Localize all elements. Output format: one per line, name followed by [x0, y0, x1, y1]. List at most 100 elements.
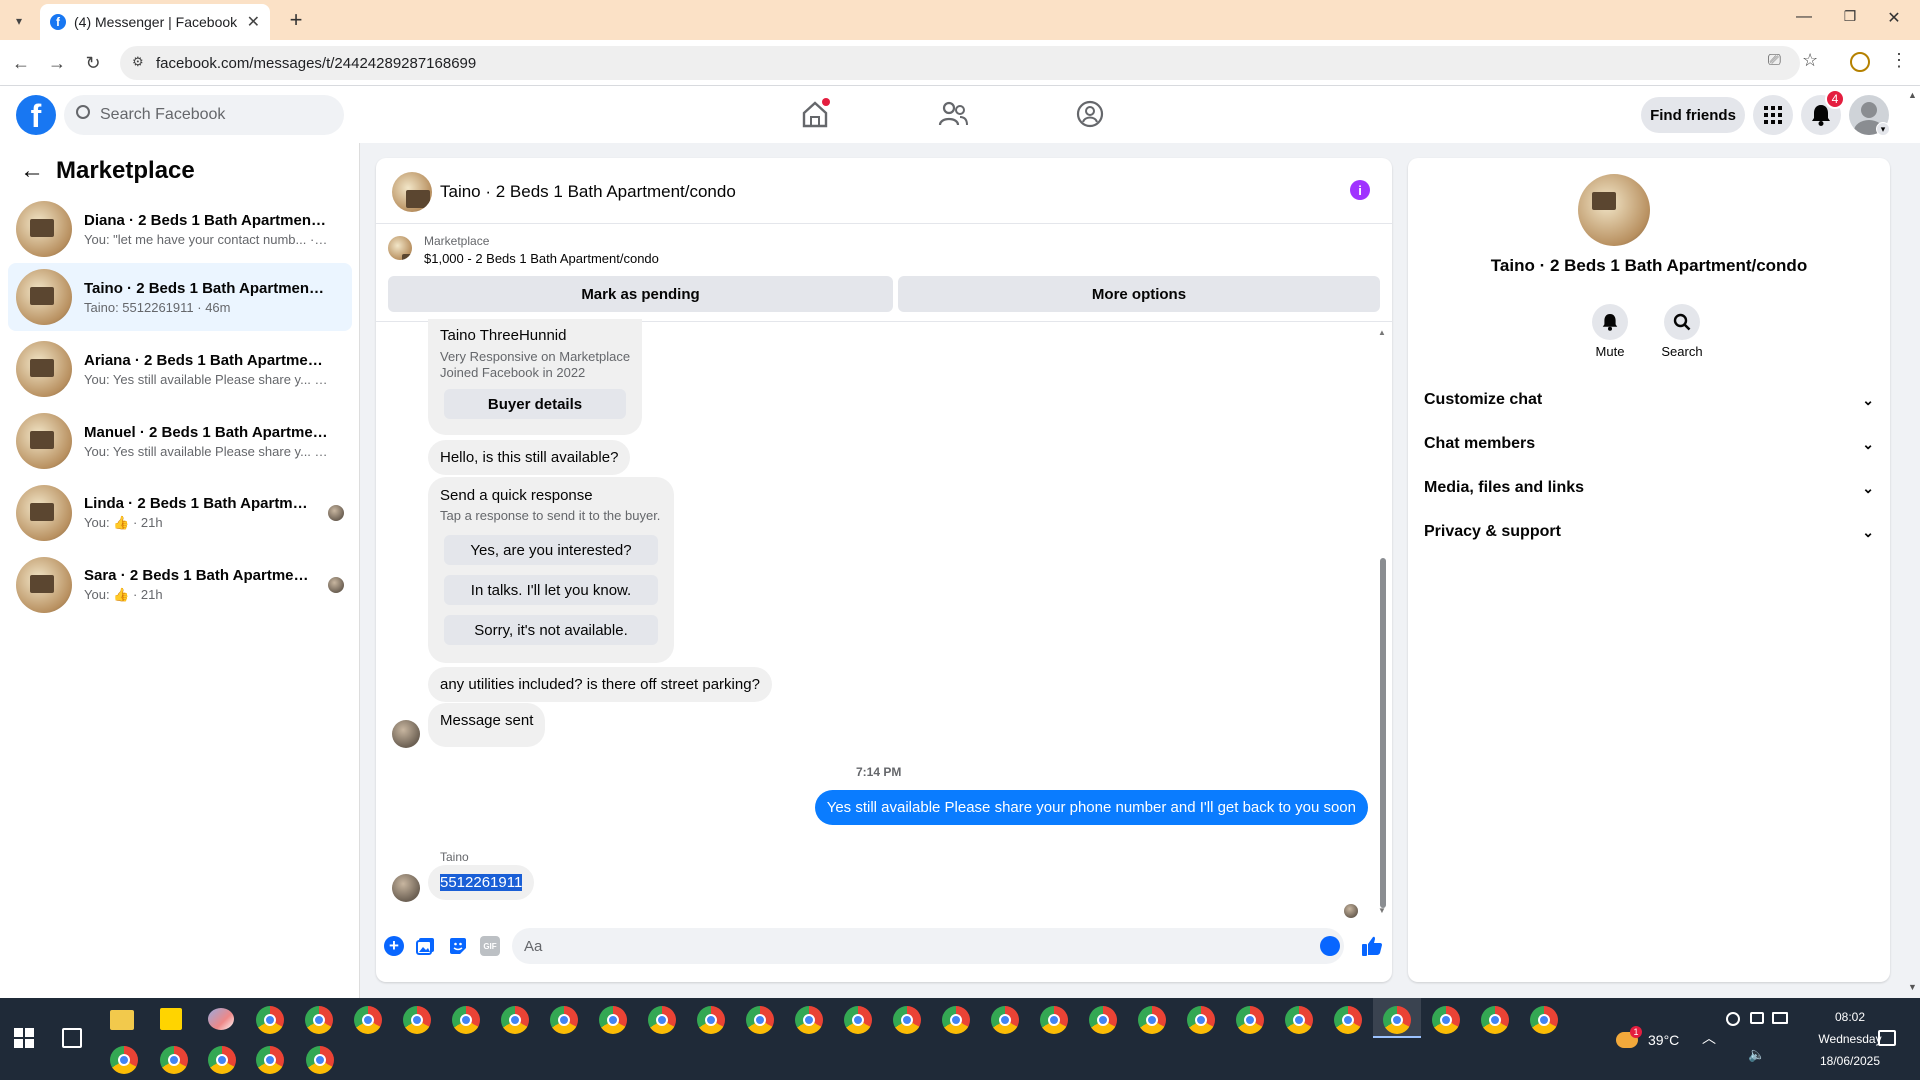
find-friends-button[interactable]: Find friends [1641, 97, 1745, 133]
facebook-search-input[interactable]: Search Facebook [64, 95, 344, 135]
windows-start-icon[interactable] [14, 1028, 34, 1048]
bookmark-star-icon[interactable]: ☆ [1802, 50, 1818, 71]
close-window-icon[interactable]: ✕ [1882, 8, 1906, 32]
clock-time[interactable]: 08:02 [1800, 1010, 1900, 1024]
back-arrow-icon[interactable]: ← [8, 50, 34, 76]
chrome-window-icon[interactable] [1334, 1006, 1362, 1034]
plus-circle-icon[interactable]: + [384, 936, 404, 956]
tray-record-icon[interactable] [1726, 1012, 1740, 1026]
emoji-icon[interactable] [1320, 936, 1340, 956]
chrome-window-icon[interactable] [354, 1006, 382, 1034]
chrome-window-icon[interactable] [795, 1006, 823, 1034]
chrome-window-icon[interactable] [1040, 1006, 1068, 1034]
account-chevron-icon[interactable]: ▾ [1876, 122, 1890, 136]
chrome-window-icon[interactable] [599, 1006, 627, 1034]
listing-small-thumbnail[interactable] [388, 236, 412, 260]
reload-icon[interactable]: ↻ [80, 50, 106, 76]
page-scroll-down-arrow[interactable]: ▼ [1908, 982, 1917, 992]
page-scrollbar[interactable]: ▲ ▼ [1906, 90, 1920, 995]
groups-icon[interactable] [1076, 100, 1104, 128]
chrome-window-icon[interactable] [110, 1046, 138, 1074]
paint-app-icon[interactable] [208, 1008, 234, 1030]
scroll-up-arrow[interactable]: ▲ [1378, 328, 1386, 337]
chat-members-section[interactable]: Chat members ⌄ [1424, 426, 1874, 462]
mute-label[interactable]: Mute [1580, 344, 1640, 359]
notification-center-icon[interactable] [1878, 1030, 1896, 1046]
chrome-window-icon[interactable] [160, 1046, 188, 1074]
chrome-window-icon[interactable] [648, 1006, 676, 1034]
home-icon[interactable] [800, 98, 830, 128]
conversation-item-manuel[interactable]: Manuel · 2 Beds 1 Bath Apartment... You: … [8, 407, 352, 475]
gif-icon[interactable]: GIF [480, 936, 500, 956]
message-still-available[interactable]: Hello, is this still available? [428, 440, 631, 475]
tray-meet-icon[interactable] [1750, 1012, 1764, 1024]
conversation-item-sara[interactable]: Sara · 2 Beds 1 Bath Apartment/... You: 👍… [8, 551, 352, 619]
restore-window-icon[interactable]: ❐ [1838, 8, 1862, 32]
buyer-avatar[interactable] [392, 874, 420, 902]
chrome-window-icon[interactable] [697, 1006, 725, 1034]
chrome-window-icon[interactable] [942, 1006, 970, 1034]
back-arrow-icon[interactable]: ← [20, 157, 44, 185]
chat-title[interactable]: Taino · 2 Beds 1 Bath Apartment/condo [440, 182, 736, 202]
conversation-item-ariana[interactable]: Ariana · 2 Beds 1 Bath Apartment/... You:… [8, 335, 352, 403]
chrome-window-icon[interactable] [893, 1006, 921, 1034]
notifications-bell-icon[interactable]: 4 [1801, 89, 1845, 135]
tray-chevron-up-icon[interactable]: ︿ [1702, 1028, 1716, 1048]
thumbs-up-like-icon[interactable] [1360, 934, 1384, 958]
chrome-window-icon[interactable] [452, 1006, 480, 1034]
message-thread[interactable]: Taino ThreeHunnid Very Responsive on Mar… [376, 319, 1392, 918]
minimize-window-icon[interactable]: — [1792, 8, 1816, 32]
chat-header-thumbnail[interactable] [392, 172, 432, 212]
address-bar[interactable]: ⚙ facebook.com/messages/t/24424289287168… [120, 46, 1800, 80]
page-scroll-up-arrow[interactable]: ▲ [1908, 90, 1917, 100]
chrome-window-icon[interactable] [256, 1046, 284, 1074]
search-in-conversation-icon[interactable] [1664, 304, 1700, 340]
chrome-window-icon[interactable] [208, 1046, 236, 1074]
media-files-links-section[interactable]: Media, files and links ⌄ [1424, 470, 1874, 506]
chrome-window-icon[interactable] [1138, 1006, 1166, 1034]
mute-bell-icon[interactable] [1592, 304, 1628, 340]
menu-grid-icon[interactable] [1753, 95, 1793, 135]
clock-date[interactable]: 18/06/2025 [1800, 1054, 1900, 1068]
site-info-icon[interactable]: ⚙ [132, 54, 144, 70]
conversation-info-icon[interactable]: i [1350, 180, 1370, 200]
buyer-avatar[interactable] [392, 720, 420, 748]
browser-tab-messenger[interactable]: f (4) Messenger | Facebook ✕ [40, 4, 270, 40]
buyer-details-button[interactable]: Buyer details [444, 389, 626, 419]
forward-arrow-icon[interactable]: → [44, 50, 70, 76]
listing-price[interactable]: $1,000 - 2 Beds 1 Bath Apartment/condo [424, 251, 659, 266]
chrome-window-icon[interactable] [1187, 1006, 1215, 1034]
chrome-window-icon[interactable] [1236, 1006, 1264, 1034]
search-label[interactable]: Search [1652, 344, 1712, 359]
chrome-window-icon[interactable] [1530, 1006, 1558, 1034]
chrome-window-icon[interactable] [1089, 1006, 1117, 1034]
task-view-icon[interactable] [62, 1028, 82, 1048]
tray-volume-icon[interactable]: 🔈 [1748, 1046, 1765, 1063]
message-utilities[interactable]: any utilities included? is there off str… [428, 667, 772, 702]
message-phone-bubble[interactable]: 5512261911 [428, 865, 535, 900]
tray-network-icon[interactable] [1772, 1012, 1788, 1024]
chrome-window-icon[interactable] [501, 1006, 529, 1034]
thread-scrollbar[interactable]: ▲ ▼ [1378, 328, 1388, 918]
chrome-window-icon[interactable] [1432, 1006, 1460, 1034]
chrome-window-icon[interactable] [306, 1046, 334, 1074]
info-listing-thumbnail[interactable] [1578, 174, 1650, 246]
facebook-logo-icon[interactable]: f [16, 95, 56, 135]
message-input[interactable]: Aa [512, 928, 1344, 964]
browser-menu-icon[interactable]: ⋮ [1890, 50, 1908, 71]
privacy-support-section[interactable]: Privacy & support ⌄ [1424, 514, 1874, 550]
profile-icon[interactable] [1850, 52, 1870, 72]
file-explorer-icon[interactable] [110, 1010, 134, 1030]
friends-icon[interactable] [938, 100, 968, 128]
chrome-window-icon[interactable] [1383, 1006, 1411, 1034]
chrome-window-icon[interactable] [844, 1006, 872, 1034]
chrome-window-icon[interactable] [550, 1006, 578, 1034]
scroll-down-arrow[interactable]: ▼ [1378, 906, 1386, 915]
quick-reply-yes-button[interactable]: Yes, are you interested? [444, 535, 658, 565]
install-app-icon[interactable]: ⎚ [1768, 52, 1781, 70]
quick-reply-sorry-button[interactable]: Sorry, it's not available. [444, 615, 658, 645]
customize-chat-section[interactable]: Customize chat ⌄ [1424, 382, 1874, 418]
photo-attach-icon[interactable] [416, 936, 436, 956]
message-reply-outgoing[interactable]: Yes still available Please share your ph… [814, 790, 1368, 825]
conversation-item-taino[interactable]: Taino · 2 Beds 1 Bath Apartment/c... Tain… [8, 263, 352, 331]
